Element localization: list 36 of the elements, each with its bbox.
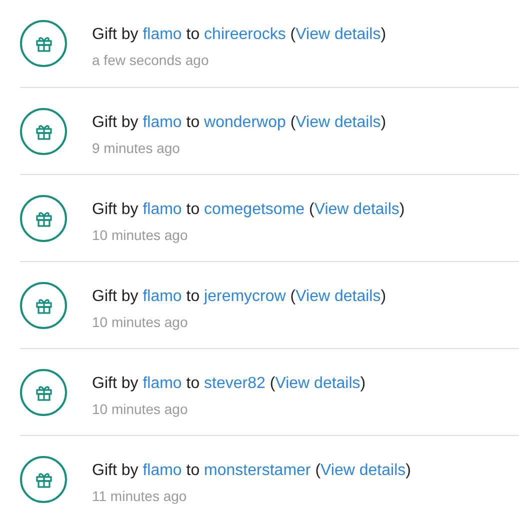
user-link[interactable]: flamo — [142, 114, 182, 131]
timestamp: 11 minutes ago — [92, 487, 188, 506]
details-link[interactable]: View details — [296, 114, 381, 131]
user-link[interactable]: stever82 — [204, 375, 266, 392]
timestamp: 10 minutes ago — [92, 400, 189, 420]
timestamp: 10 minutes ago — [92, 313, 189, 332]
gift-icon — [36, 297, 52, 314]
gift-sentence: Gift by flamo to monsterstamer (View details) — [92, 461, 411, 480]
user-link[interactable]: flamo — [142, 26, 182, 43]
timestamp: 9 minutes ago — [92, 139, 181, 158]
user-link[interactable]: chireerocks — [204, 26, 286, 43]
gift-icon — [36, 123, 52, 140]
gift-sentence: Gift by flamo to wonderwop (View details) — [92, 113, 386, 132]
user-link[interactable]: flamo — [142, 288, 182, 305]
gift-sentence: Gift by flamo to chireerocks (View details) — [92, 25, 386, 44]
timestamp: a few seconds ago — [92, 51, 210, 70]
gift-sentence: Gift by flamo to jeremycrow (View details) — [92, 287, 386, 306]
gift-sentence: Gift by flamo to stever82 (View details) — [92, 374, 366, 394]
details-link[interactable]: View details — [296, 26, 381, 43]
user-link[interactable]: flamo — [142, 201, 182, 218]
details-link[interactable]: View details — [320, 462, 406, 479]
user-link[interactable]: wonderwop — [204, 114, 286, 131]
details-link[interactable]: View details — [314, 201, 400, 218]
gift-sentence: Gift by flamo to comegetsome (View details) — [92, 200, 405, 220]
user-link[interactable]: comegetsome — [204, 201, 305, 218]
user-link[interactable]: monsterstamer — [204, 462, 311, 479]
gift-icon — [36, 210, 52, 227]
user-link[interactable]: jeremycrow — [204, 288, 286, 305]
gift-icon — [36, 384, 52, 401]
user-link[interactable]: flamo — [142, 375, 182, 392]
user-link[interactable]: flamo — [142, 462, 182, 479]
details-link[interactable]: View details — [275, 375, 360, 392]
gift-icon — [36, 35, 52, 52]
gift-icon — [36, 471, 52, 488]
details-link[interactable]: View details — [296, 288, 381, 305]
timestamp: 10 minutes ago — [92, 226, 189, 246]
